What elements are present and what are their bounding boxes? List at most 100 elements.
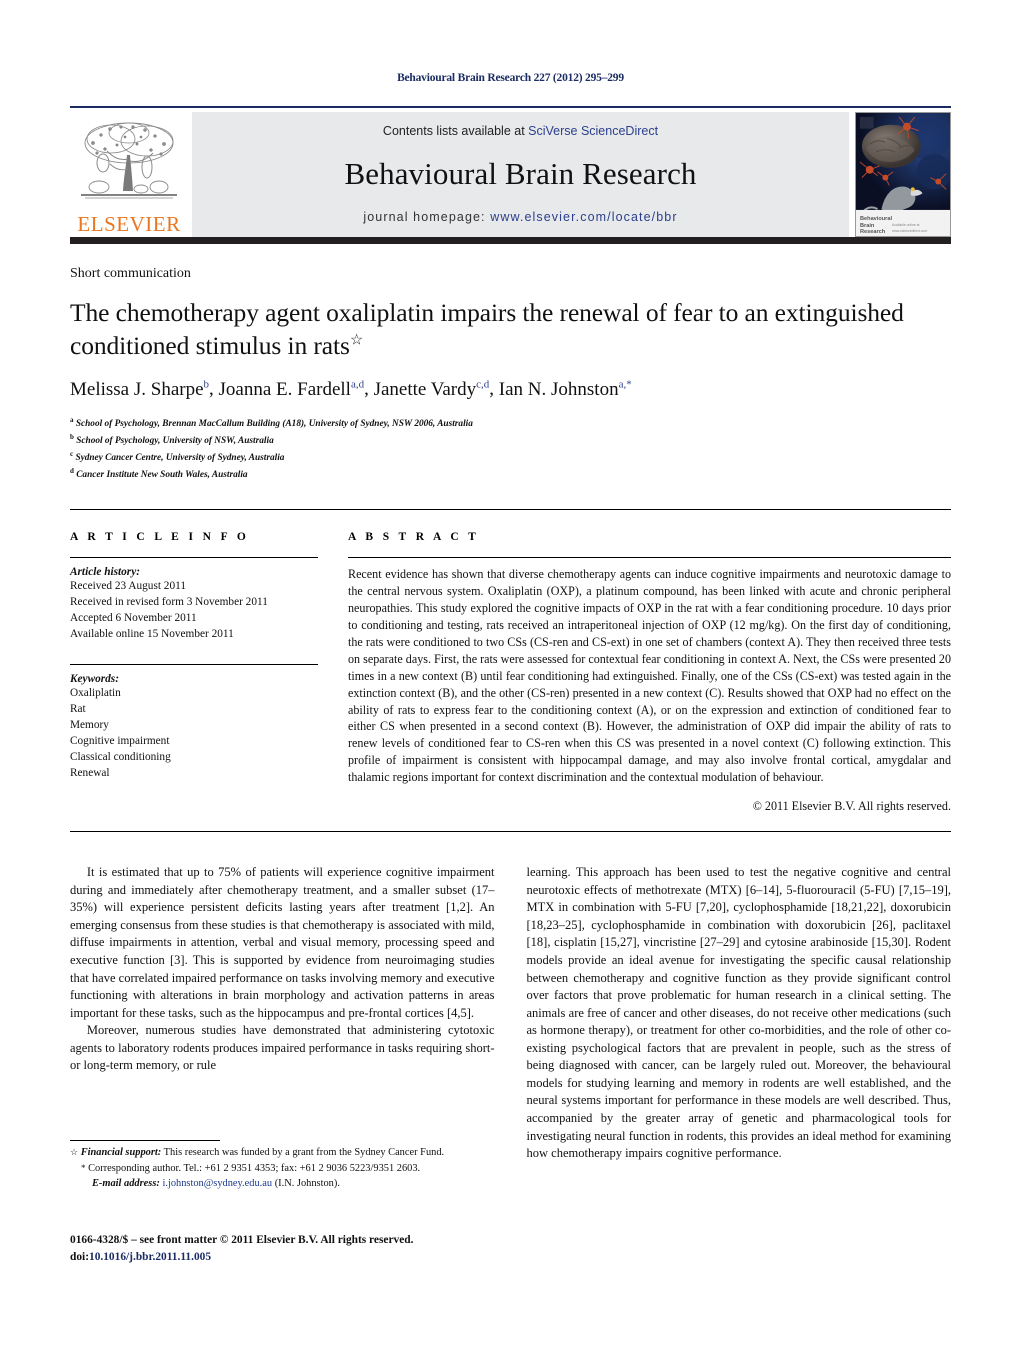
- elsevier-tree-icon: [81, 122, 177, 199]
- author-1-name: Melissa J. Sharpe: [70, 378, 204, 400]
- running-head: Behavioural Brain Research 227 (2012) 29…: [397, 72, 624, 84]
- affiliation-d-text: Cancer Institute New South Wales, Austra…: [76, 470, 248, 481]
- affiliation-c: c Sydney Cancer Centre, University of Sy…: [70, 449, 951, 466]
- email-owner: (I.N. Johnston).: [274, 1178, 340, 1190]
- keywords-block: Keywords: Oxaliplatin Rat Memory Cogniti…: [70, 664, 318, 781]
- keyword-item: Classical conditioning: [70, 751, 171, 764]
- history-item: Accepted 6 November 2011: [70, 612, 197, 625]
- financial-support-label: Financial support:: [80, 1147, 162, 1158]
- keyword-item: Oxaliplatin: [70, 687, 121, 700]
- footnote-rule: [70, 1140, 220, 1141]
- author-list: Melissa J. Sharpeb, Joanna E. Fardella,d…: [70, 378, 951, 400]
- keyword-item: Memory: [70, 719, 109, 732]
- author-1[interactable]: Melissa J. Sharpeb: [70, 378, 209, 400]
- article-info-heading: A R T I C L E I N F O: [70, 531, 250, 544]
- footnote-email: E-mail address: i.johnston@sydney.edu.au…: [70, 1177, 508, 1192]
- financial-support-marker: ☆: [70, 1147, 79, 1157]
- abstract-copyright: © 2011 Elsevier B.V. All rights reserved…: [752, 799, 951, 814]
- masthead-dark-band: [70, 237, 951, 244]
- title-block: Short communication The chemotherapy age…: [70, 244, 951, 483]
- abstract-heading: A B S T R A C T: [348, 531, 480, 544]
- author-2-name: Joanna E. Fardell: [218, 378, 351, 400]
- imprint-block: 0166-4328/$ – see front matter © 2011 El…: [70, 1232, 413, 1265]
- cover-caption: Behavioural Brain Research Available onl…: [856, 210, 950, 236]
- body-left-column: It is estimated that up to 75% of patien…: [70, 864, 495, 1163]
- cover-title-line1: Behavioural: [860, 216, 893, 223]
- doi-link[interactable]: 10.1016/j.bbr.2011.11.005: [89, 1251, 211, 1263]
- affiliation-list: a School of Psychology, Brennan MacCallu…: [70, 415, 951, 484]
- journal-homepage-line: journal homepage: www.elsevier.com/locat…: [363, 210, 677, 224]
- author-2-affil-marker: a,d: [350, 378, 365, 391]
- journal-band: Contents lists available at SciVerse Sci…: [192, 112, 849, 237]
- keyword-item: Rat: [70, 703, 86, 716]
- article-info-rule: [70, 557, 318, 559]
- contents-available-line: Contents lists available at SciVerse Sci…: [383, 124, 658, 138]
- masthead: ELSEVIER Contents lists available at Sci…: [70, 84, 951, 237]
- footnote-block: ☆ Financial support: This research was f…: [70, 1140, 508, 1193]
- author-4-name: Ian N. Johnston: [498, 378, 619, 400]
- elsevier-wordmark: ELSEVIER: [77, 212, 181, 236]
- keyword-item: Renewal: [70, 767, 110, 780]
- email-link[interactable]: i.johnston@sydney.edu.au: [162, 1178, 272, 1189]
- masthead-top-rule: [70, 106, 951, 108]
- journal-title: Behavioural Brain Research: [344, 156, 697, 191]
- affiliation-c-text: Sydney Cancer Centre, University of Sydn…: [75, 452, 285, 463]
- affiliation-b-text: School of Psychology, University of NSW,…: [76, 435, 274, 446]
- author-3[interactable]: Janette Vardyc,d: [373, 378, 490, 400]
- corresponding-author-marker: *: [81, 1162, 86, 1173]
- elsevier-logo: ELSEVIER: [70, 112, 188, 237]
- article-body: It is estimated that up to 75% of patien…: [70, 832, 951, 1163]
- history-item: Received in revised form 3 November 2011: [70, 596, 268, 609]
- email-label: E-mail address:: [92, 1178, 160, 1190]
- affiliation-a-marker: a: [70, 415, 74, 424]
- abstract-rule: [348, 557, 951, 559]
- author-2[interactable]: Joanna E. Fardella,d: [218, 378, 365, 400]
- sep-2: ,: [364, 378, 374, 400]
- author-4[interactable]: Ian N. Johnstona,*: [498, 378, 632, 400]
- cover-title-line3: Research: [860, 229, 886, 236]
- affiliation-b: b School of Psychology, University of NS…: [70, 432, 951, 449]
- contents-prefix: Contents lists available at: [382, 124, 529, 138]
- cover-small-text: Available online at www.sciencedirect.co…: [892, 222, 928, 234]
- abstract-text: Recent evidence has shown that diverse c…: [348, 567, 951, 785]
- history-item: Available online 15 November 2011: [70, 628, 234, 641]
- title-footnote-marker[interactable]: ☆: [350, 332, 363, 348]
- affiliation-c-marker: c: [70, 449, 74, 458]
- doi-line: doi:10.1016/j.bbr.2011.11.005: [70, 1249, 413, 1266]
- cover-title-line2: Brain: [860, 222, 875, 229]
- financial-support-text: This research was funded by a grant from…: [161, 1147, 445, 1158]
- journal-cover-thumbnail[interactable]: Behavioural Brain Research Available onl…: [855, 112, 951, 237]
- article-type-label: Short communication: [70, 266, 191, 281]
- affiliation-d-marker: d: [70, 467, 74, 475]
- title-text: The chemotherapy agent oxaliplatin impai…: [70, 298, 904, 360]
- info-abstract-section: A R T I C L E I N F O Article history: R…: [70, 510, 951, 814]
- body-right-column: learning. This approach has been used to…: [527, 864, 952, 1163]
- affiliation-a-text: School of Psychology, Brennan MacCallum …: [75, 418, 473, 429]
- abstract-column: A B S T R A C T Recent evidence has show…: [348, 531, 951, 814]
- history-item: Received 23 August 2011: [70, 580, 186, 593]
- body-paragraph: Moreover, numerous studies have demonstr…: [70, 1023, 495, 1073]
- author-4-affil-marker: a,*: [618, 378, 632, 391]
- doi-prefix: doi:: [70, 1250, 89, 1263]
- footnote-financial-support: ☆ Financial support: This research was f…: [70, 1146, 508, 1161]
- author-3-name: Janette Vardy: [373, 378, 477, 400]
- journal-homepage-link[interactable]: www.elsevier.com/locate/bbr: [490, 210, 677, 224]
- homepage-prefix: journal homepage:: [363, 210, 491, 224]
- keywords-title: Keywords:: [70, 673, 119, 686]
- corresponding-author-text: Corresponding author. Tel.: +61 2 9351 4…: [88, 1162, 421, 1174]
- body-paragraph: learning. This approach has been used to…: [526, 865, 952, 1161]
- footnote-corresponding-author: * Corresponding author. Tel.: +61 2 9351…: [70, 1162, 508, 1177]
- body-paragraph: It is estimated that up to 75% of patien…: [70, 865, 495, 1020]
- article-history-title: Article history:: [70, 566, 140, 579]
- keywords-rule: [70, 664, 318, 666]
- affiliation-a: a School of Psychology, Brennan MacCallu…: [70, 415, 951, 432]
- sciencedirect-link[interactable]: SciVerse ScienceDirect: [528, 124, 658, 138]
- affiliation-d: d Cancer Institute New South Wales, Aust…: [70, 466, 951, 483]
- article-page: Behavioural Brain Research 227 (2012) 29…: [0, 0, 1021, 1351]
- page-title: The chemotherapy agent oxaliplatin impai…: [70, 297, 951, 362]
- issn-line: 0166-4328/$ – see front matter © 2011 El…: [70, 1234, 414, 1246]
- sep-3: ,: [489, 378, 499, 400]
- sep-1: ,: [209, 378, 219, 400]
- affiliation-b-marker: b: [70, 432, 74, 441]
- keyword-item: Cognitive impairment: [70, 735, 170, 748]
